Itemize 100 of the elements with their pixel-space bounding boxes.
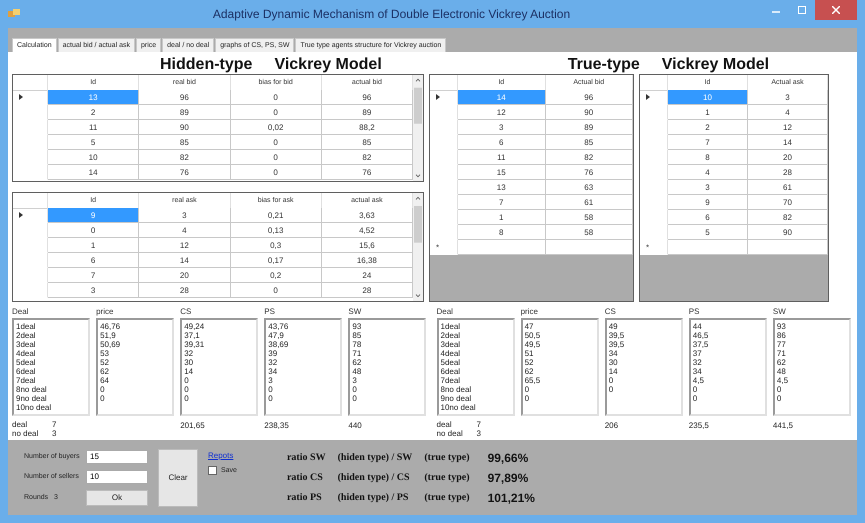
save-checkbox[interactable] [208, 466, 217, 474]
table-cell[interactable]: 0 [230, 283, 322, 298]
table-cell[interactable]: 7 [458, 195, 546, 210]
table-cell[interactable]: 96 [322, 90, 413, 105]
table-cell[interactable]: 24 [322, 268, 413, 283]
table-cell[interactable]: 15,6 [322, 238, 413, 253]
table-cell[interactable]: 63 [546, 180, 633, 195]
table-cell[interactable]: 82 [748, 210, 828, 225]
ok-button[interactable]: Ok [86, 490, 148, 506]
table-cell[interactable]: 3 [458, 120, 546, 135]
number-field[interactable]: 15 [86, 450, 148, 464]
table-cell[interactable]: 58 [546, 210, 633, 225]
table-cell[interactable]: 9 [668, 195, 748, 210]
table-cell[interactable]: 5 [48, 135, 140, 150]
table-cell[interactable]: 96 [546, 90, 633, 105]
table-cell[interactable]: 1 [458, 210, 546, 225]
table-cell[interactable]: 6 [668, 210, 748, 225]
list-box[interactable]: 43,76 47,9 38,69 39 32 34 3 0 0 [264, 318, 342, 416]
table-cell[interactable]: 70 [748, 195, 828, 210]
table-cell[interactable]: 12 [458, 105, 546, 120]
table-cell[interactable]: 3 [139, 208, 230, 223]
table-cell[interactable]: 82 [546, 150, 633, 165]
table-cell[interactable]: 85 [546, 135, 633, 150]
table-cell[interactable]: 14 [748, 135, 828, 150]
table-cell[interactable]: 61 [546, 195, 633, 210]
table-cell[interactable]: 82 [139, 150, 230, 165]
table-cell[interactable]: 2 [668, 120, 748, 135]
table-cell[interactable]: 12 [748, 120, 828, 135]
table-cell[interactable]: 7 [668, 135, 748, 150]
table-cell[interactable]: 5 [668, 225, 748, 240]
table-cell[interactable]: 90 [748, 225, 828, 240]
table-cell[interactable]: 6 [458, 135, 546, 150]
table-cell[interactable]: 0,21 [230, 208, 322, 223]
table-cell[interactable]: 0,2 [230, 268, 322, 283]
scrollbar[interactable] [413, 75, 423, 181]
scrollbar[interactable] [413, 193, 423, 301]
table-cell[interactable]: 0 [230, 150, 322, 165]
table-cell[interactable]: 3 [668, 180, 748, 195]
report-link[interactable]: Repots [208, 450, 237, 460]
table-cell[interactable]: 85 [322, 135, 413, 150]
table-cell[interactable]: 11 [48, 120, 140, 135]
list-box[interactable]: 47 50,5 49,5 51 52 62 65,5 0 0 [520, 318, 599, 416]
table-cell[interactable]: 7 [48, 268, 140, 283]
table-cell[interactable]: 16,38 [322, 253, 413, 268]
table-cell[interactable]: 14 [48, 165, 140, 180]
table-cell[interactable]: 28 [748, 165, 828, 180]
table-cell[interactable]: 0,17 [230, 253, 322, 268]
table-cell[interactable]: 85 [139, 135, 230, 150]
table-cell[interactable]: 76 [546, 165, 633, 180]
list-box[interactable]: 46,76 51,9 50,69 53 52 62 64 0 0 [96, 318, 174, 416]
table-cell[interactable]: 58 [546, 225, 633, 240]
table-cell[interactable]: 76 [139, 165, 230, 180]
table-cell[interactable]: 0,13 [230, 223, 322, 238]
table-cell[interactable]: 90 [546, 105, 633, 120]
table-cell[interactable]: 8 [668, 150, 748, 165]
table-cell[interactable]: 4 [139, 223, 230, 238]
table-cell[interactable]: 89 [139, 105, 230, 120]
table-cell[interactable]: 0,02 [230, 120, 322, 135]
table-cell[interactable]: 8 [458, 225, 546, 240]
table-cell[interactable]: 0 [230, 105, 322, 120]
table-cell[interactable]: 15 [458, 165, 546, 180]
table-cell[interactable]: 0,3 [230, 238, 322, 253]
close-button[interactable] [815, 0, 857, 20]
list-box[interactable]: 1deal 2deal 3deal 4deal 5deal 6deal 7deal 8no deal 9no deal 10no deal [12, 318, 90, 416]
table-cell[interactable]: 11 [458, 150, 546, 165]
table-cell[interactable]: 3 [748, 90, 828, 105]
table-cell[interactable]: 13 [458, 180, 546, 195]
table-cell[interactable]: 0 [230, 90, 322, 105]
table-cell[interactable]: 0 [48, 223, 140, 238]
table-cell[interactable]: 6 [48, 253, 140, 268]
list-box[interactable]: 93 85 78 71 62 48 3 0 0 [348, 318, 426, 416]
list-box[interactable]: 49 39,5 39,5 34 30 14 0 0 [604, 318, 683, 416]
table-cell[interactable]: 1 [48, 238, 140, 253]
table-cell[interactable]: 88,2 [322, 120, 413, 135]
clear-button[interactable]: Clear [158, 448, 198, 506]
table-cell[interactable]: 3 [48, 283, 140, 298]
table-cell[interactable]: 10 [48, 150, 140, 165]
table-cell[interactable]: 1 [668, 105, 748, 120]
table-cell[interactable]: 20 [139, 268, 230, 283]
table-cell[interactable]: 90 [139, 120, 230, 135]
table-cell[interactable]: 0 [230, 135, 322, 150]
number-field[interactable]: 10 [86, 470, 148, 484]
table-cell[interactable]: 96 [139, 90, 230, 105]
table-cell[interactable]: 89 [322, 105, 413, 120]
table-cell[interactable]: 4,52 [322, 223, 413, 238]
table-cell[interactable]: 12 [139, 238, 230, 253]
table-cell[interactable]: 28 [139, 283, 230, 298]
table-cell[interactable]: 76 [322, 165, 413, 180]
list-box[interactable]: 93 86 77 71 62 48 4,5 0 0 [772, 318, 851, 416]
table-cell[interactable]: 82 [322, 150, 413, 165]
list-box[interactable]: 44 46,5 37,5 37 32 34 4,5 0 0 [688, 318, 767, 416]
table-cell[interactable]: 14 [139, 253, 230, 268]
table-cell[interactable]: 4 [748, 105, 828, 120]
table-cell[interactable]: 4 [668, 165, 748, 180]
table-cell[interactable]: 2 [48, 105, 140, 120]
list-box[interactable]: 1deal 2deal 3deal 4deal 5deal 6deal 7deal 8no deal 9no deal 10no deal [436, 318, 515, 416]
table-cell[interactable]: 3,63 [322, 208, 413, 223]
list-box[interactable]: 49,24 37,1 39,31 32 30 14 0 0 0 [180, 318, 258, 416]
table-cell[interactable]: 61 [748, 180, 828, 195]
table-cell[interactable]: 20 [748, 150, 828, 165]
